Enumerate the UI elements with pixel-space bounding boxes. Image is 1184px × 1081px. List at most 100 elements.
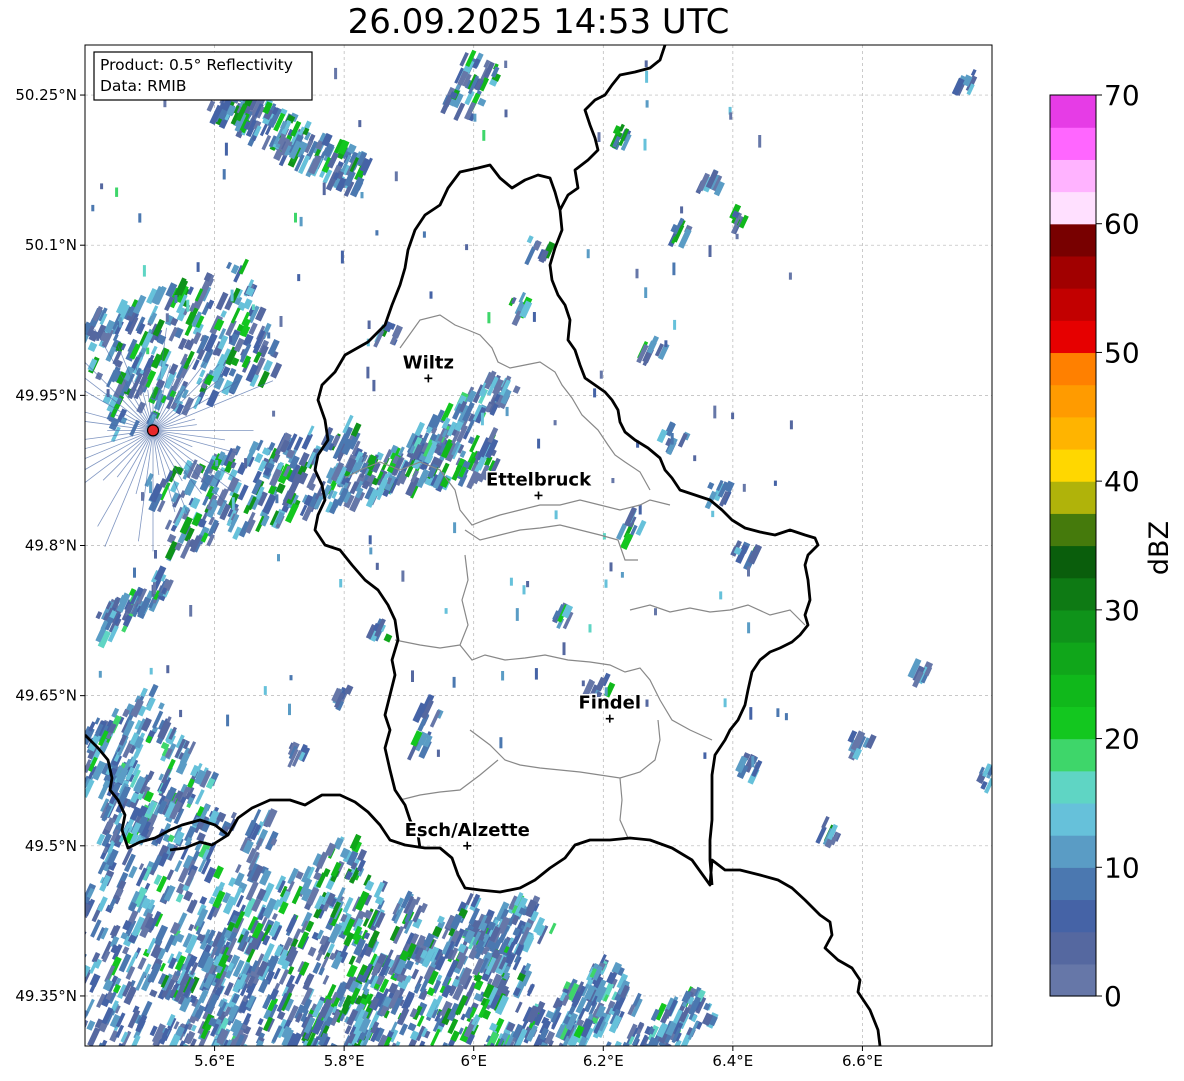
x-axis: 5.6°E 5.8°E 6°E 6.2°E 6.4°E 6.6°E [194, 1046, 883, 1070]
echo-cell [411, 670, 414, 682]
echo-cell [234, 1065, 248, 1081]
echo-cell [294, 212, 297, 223]
echo-cell [277, 554, 280, 562]
echo-cell [231, 497, 235, 510]
echo-cell [482, 130, 486, 141]
echo-cell [385, 1071, 396, 1081]
y-tick-label: 49.8°N [25, 537, 77, 555]
echo-cell [530, 1074, 539, 1081]
echo-cell [381, 1068, 391, 1080]
echo-cell [628, 1056, 637, 1067]
echo-cell [290, 1062, 300, 1073]
y-tick-label: 49.35°N [15, 987, 77, 1005]
echo-cell [508, 1053, 520, 1072]
echo-cell [275, 494, 279, 504]
echo-cell [553, 420, 557, 426]
echo-cell [109, 1050, 119, 1065]
echo-cell [189, 1070, 202, 1081]
x-tick-label: 5.8°E [324, 1052, 365, 1070]
echo-cell [168, 1057, 180, 1077]
echo-cell [154, 550, 157, 559]
echo-cell [145, 1045, 153, 1046]
echo-cell [644, 287, 648, 298]
echo-cell [61, 1026, 74, 1044]
echo-cell [511, 1051, 522, 1065]
echo-cell [340, 250, 344, 264]
echo-cell [367, 1064, 377, 1078]
echo-cell [288, 703, 291, 716]
echo-cell [118, 317, 122, 328]
info-data-source: Data: RMIB [100, 77, 187, 95]
y-tick-label: 49.95°N [15, 386, 77, 404]
echo-cell [398, 1071, 410, 1081]
echo-cell [703, 752, 707, 759]
echo-cell [183, 1059, 194, 1073]
echo-cell [650, 1057, 658, 1067]
echo-cell [487, 1056, 501, 1077]
echo-cell [480, 412, 484, 426]
echo-cell [634, 1064, 642, 1072]
echo-cell [534, 668, 538, 680]
y-tick-label: 50.25°N [15, 86, 77, 104]
city-label: Ettelbruck [486, 469, 592, 490]
echo-cell [719, 591, 723, 600]
echo-cell [585, 1070, 597, 1081]
echo-cell [673, 319, 677, 330]
echo-cell [155, 1057, 162, 1066]
echo-cell [593, 388, 597, 398]
colorbar-segment [1050, 545, 1096, 579]
echo-cell [367, 320, 371, 329]
radar-map: 5.6°E 5.8°E 6°E 6.2°E 6.4°E 6.6°E 50.25°N 50.1… [15, 44, 1175, 1081]
echo-cell [255, 1071, 266, 1081]
colorbar-segment [1050, 481, 1096, 514]
echo-cell [72, 1033, 83, 1051]
echo-cell [409, 1068, 421, 1081]
echo-cell [375, 230, 379, 236]
echo-cell [735, 233, 739, 240]
colorbar-segment [1050, 899, 1096, 933]
echo-cell [465, 244, 469, 251]
colorbar-segment [1050, 513, 1096, 547]
colorbar-tick-label: 30 [1104, 594, 1140, 627]
echo-cell [233, 1077, 243, 1081]
echo-cell [85, 1053, 92, 1061]
echo-cell [244, 1059, 253, 1071]
echo-cell [375, 1057, 385, 1072]
echo-cell [271, 1051, 279, 1062]
echo-cell [124, 1062, 136, 1081]
echo-cell [85, 1054, 95, 1070]
echo-cell [402, 1058, 414, 1075]
echo-cell [751, 756, 755, 768]
echo-cell [334, 1072, 346, 1081]
echo-cell [161, 1056, 171, 1072]
echo-cell [492, 1062, 501, 1075]
echo-cell [784, 713, 788, 721]
echo-cell [624, 1061, 634, 1073]
echo-cell [155, 1056, 167, 1072]
echo-cell [611, 478, 615, 484]
echo-cell [215, 460, 219, 467]
colorbar-segment [1050, 802, 1096, 836]
echo-cell [85, 327, 86, 344]
echo-cell [518, 1069, 529, 1081]
echo-cell [85, 923, 86, 944]
echo-cell [506, 1066, 513, 1074]
echo-cell [179, 709, 183, 718]
echo-cell [628, 1071, 638, 1081]
echo-cell [509, 577, 513, 586]
echo-cell [789, 420, 793, 430]
radar-site-marker [146, 424, 160, 437]
echo-cell [166, 665, 170, 674]
echo-cell [731, 412, 735, 420]
echo-cell [66, 1054, 79, 1072]
echo-cell [624, 1066, 637, 1081]
echo-cell [436, 749, 440, 757]
echo-cell [277, 1055, 285, 1067]
colorbar-segment [1050, 577, 1096, 611]
echo-cell [597, 1075, 606, 1081]
echo-cell [604, 579, 608, 588]
echo-cell [401, 570, 405, 582]
colorbar-segment [1050, 416, 1096, 450]
echo-cell [279, 316, 283, 327]
echo-cell [723, 698, 727, 708]
